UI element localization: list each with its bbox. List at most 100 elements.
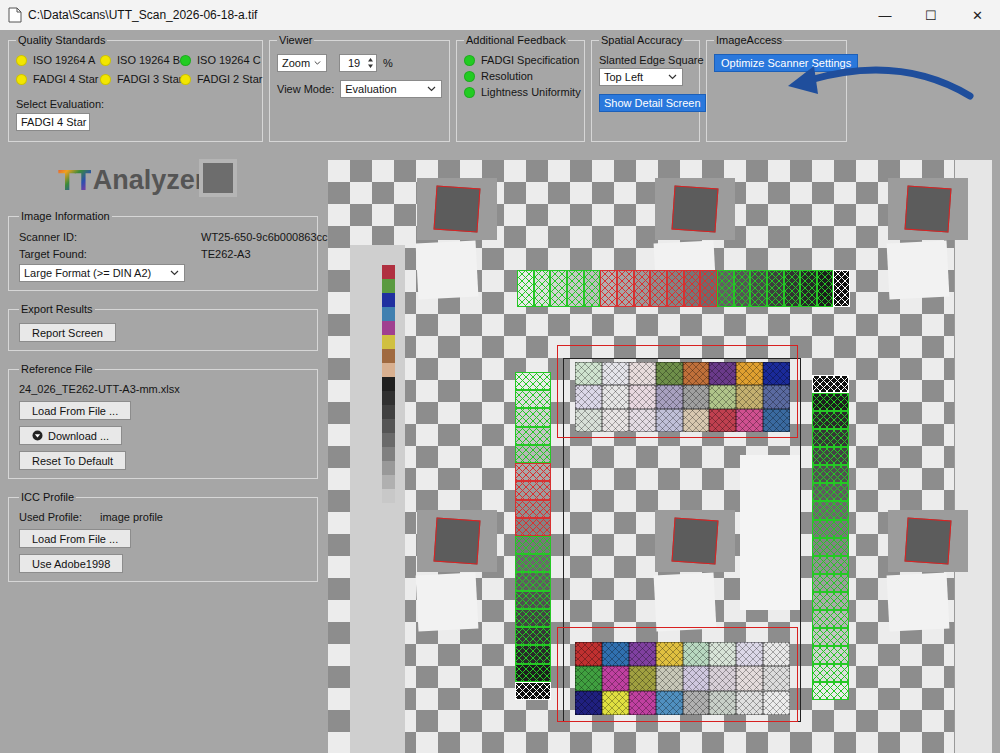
wedge-patch[interactable] [812, 447, 849, 465]
slanted-edge-tile[interactable] [888, 178, 972, 298]
view-mode-select[interactable]: Evaluation [340, 80, 442, 98]
wedge-patch[interactable] [567, 270, 584, 307]
wedge-patch[interactable] [634, 270, 651, 307]
wedge-patch[interactable] [812, 664, 849, 682]
window-control-button[interactable]: ✕ [954, 0, 1000, 30]
wedge-patch[interactable] [515, 500, 551, 518]
reference-button[interactable]: Reset To Default [19, 451, 126, 470]
wedge-patch[interactable] [650, 270, 667, 307]
color-patch[interactable] [629, 385, 656, 408]
color-patch[interactable] [575, 409, 602, 432]
wedge-patch[interactable] [812, 574, 849, 592]
wedge-patch[interactable] [617, 270, 634, 307]
color-patch[interactable] [736, 362, 763, 385]
color-patch[interactable] [709, 385, 736, 408]
slanted-edge-tile[interactable] [655, 510, 739, 630]
wedge-patch[interactable] [515, 591, 551, 609]
wedge-patch[interactable] [584, 270, 601, 307]
wedge-patch[interactable] [515, 445, 551, 463]
color-patch[interactable] [656, 666, 683, 690]
color-patch[interactable] [683, 362, 710, 385]
color-patch[interactable] [656, 409, 683, 432]
color-patch[interactable] [629, 691, 656, 715]
zoom-mode-select[interactable]: Zoom [277, 54, 327, 72]
wedge-patch[interactable] [515, 645, 551, 663]
icc-button[interactable]: Use Adobe1998 [19, 554, 123, 573]
color-patch[interactable] [575, 362, 602, 385]
wedge-patch[interactable] [817, 270, 834, 307]
color-patch[interactable] [602, 409, 629, 432]
color-patch[interactable] [763, 362, 790, 385]
wedge-patch[interactable] [515, 627, 551, 645]
color-patch[interactable] [683, 642, 710, 666]
color-patch[interactable] [629, 642, 656, 666]
wedge-patch[interactable] [515, 427, 551, 445]
wedge-patch[interactable] [812, 556, 849, 574]
optimize-scanner-button[interactable]: Optimize Scanner Settings [714, 54, 858, 72]
wedge-patch[interactable] [812, 375, 849, 393]
color-patch[interactable] [709, 666, 736, 690]
wedge-patch[interactable] [812, 411, 849, 429]
wedge-patch[interactable] [684, 270, 701, 307]
wedge-patch[interactable] [812, 682, 849, 700]
window-control-button[interactable]: ☐ [908, 0, 954, 30]
window-control-button[interactable]: — [862, 0, 908, 30]
color-patch[interactable] [736, 409, 763, 432]
color-patch[interactable] [629, 362, 656, 385]
color-patch[interactable] [736, 642, 763, 666]
wedge-patch[interactable] [515, 536, 551, 554]
color-patch[interactable] [763, 409, 790, 432]
wedge-patch[interactable] [515, 372, 551, 390]
wedge-patch[interactable] [667, 270, 684, 307]
color-patch[interactable] [683, 385, 710, 408]
color-patch[interactable] [602, 666, 629, 690]
wedge-patch[interactable] [812, 592, 849, 610]
slanted-edge-tile[interactable] [888, 510, 972, 630]
wedge-patch[interactable] [515, 554, 551, 572]
wedge-patch[interactable] [812, 538, 849, 556]
color-patch[interactable] [656, 642, 683, 666]
wedge-patch[interactable] [812, 646, 849, 664]
slanted-edge-tile[interactable] [417, 178, 501, 298]
wedge-patch[interactable] [600, 270, 617, 307]
wedge-patch[interactable] [550, 270, 567, 307]
slanted-edge-select[interactable]: Top Left [599, 68, 683, 86]
wedge-patch[interactable] [750, 270, 767, 307]
color-patch[interactable] [709, 409, 736, 432]
color-patch[interactable] [575, 691, 602, 715]
color-patch[interactable] [575, 666, 602, 690]
slanted-edge-tile[interactable] [417, 510, 501, 630]
color-patch[interactable] [736, 385, 763, 408]
color-patch[interactable] [683, 409, 710, 432]
wedge-patch[interactable] [515, 481, 551, 499]
wedge-patch[interactable] [812, 520, 849, 538]
reference-button[interactable]: Download ... [19, 426, 122, 445]
icc-button[interactable]: Load From File ... [19, 529, 131, 548]
spin-arrows-icon[interactable] [367, 56, 374, 70]
show-detail-button[interactable]: Show Detail Screen [599, 94, 706, 112]
wedge-patch[interactable] [700, 270, 717, 307]
color-patch[interactable] [763, 691, 790, 715]
color-patch[interactable] [709, 691, 736, 715]
color-patch[interactable] [683, 666, 710, 690]
wedge-patch[interactable] [812, 393, 849, 411]
wedge-patch[interactable] [784, 270, 801, 307]
wedge-patch[interactable] [800, 270, 817, 307]
color-patch[interactable] [602, 642, 629, 666]
wedge-patch[interactable] [515, 664, 551, 682]
evaluation-select[interactable]: FADGI 4 Star [16, 113, 90, 131]
wedge-patch[interactable] [833, 270, 850, 307]
color-patch[interactable] [629, 666, 656, 690]
wedge-patch[interactable] [515, 463, 551, 481]
color-patch[interactable] [656, 385, 683, 408]
wedge-patch[interactable] [717, 270, 734, 307]
report-screen-button[interactable]: Report Screen [19, 323, 116, 342]
wedge-patch[interactable] [515, 390, 551, 408]
color-patch[interactable] [575, 642, 602, 666]
wedge-patch[interactable] [515, 572, 551, 590]
wedge-patch[interactable] [515, 609, 551, 627]
wedge-patch[interactable] [812, 483, 849, 501]
color-patch[interactable] [656, 691, 683, 715]
reference-button[interactable]: Load From File ... [19, 401, 131, 420]
color-patch[interactable] [736, 666, 763, 690]
